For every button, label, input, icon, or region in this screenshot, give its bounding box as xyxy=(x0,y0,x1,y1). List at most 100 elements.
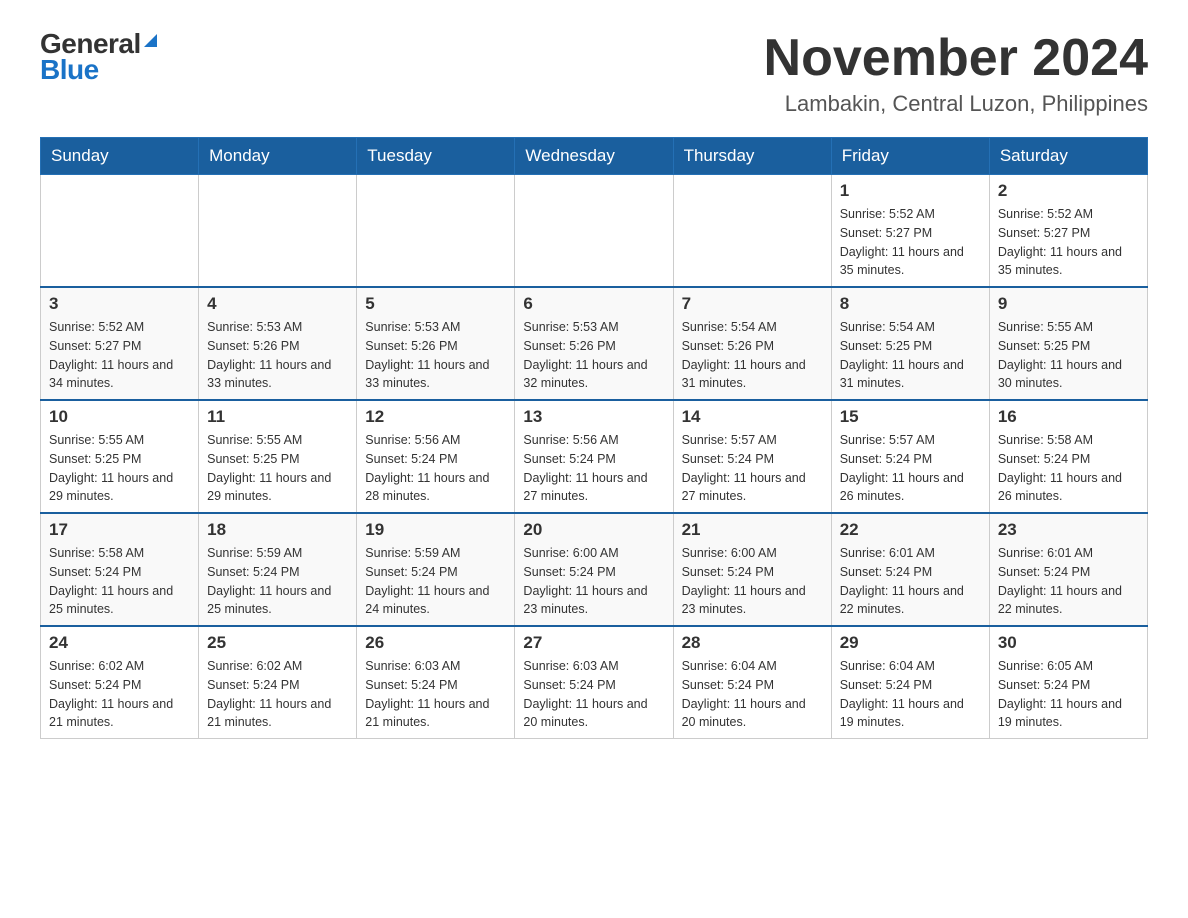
weekday-header-thursday: Thursday xyxy=(673,138,831,175)
calendar-day-cell: 21 Sunrise: 6:00 AMSunset: 5:24 PMDayligh… xyxy=(673,513,831,626)
day-number: 17 xyxy=(49,520,190,540)
calendar-day-cell: 8 Sunrise: 5:54 AMSunset: 5:25 PMDaylight… xyxy=(831,287,989,400)
weekday-header-monday: Monday xyxy=(199,138,357,175)
day-number: 1 xyxy=(840,181,981,201)
calendar-day-cell xyxy=(673,175,831,288)
day-info: Sunrise: 5:53 AMSunset: 5:26 PMDaylight:… xyxy=(365,318,506,393)
day-info: Sunrise: 5:55 AMSunset: 5:25 PMDaylight:… xyxy=(207,431,348,506)
day-info: Sunrise: 5:59 AMSunset: 5:24 PMDaylight:… xyxy=(207,544,348,619)
day-number: 22 xyxy=(840,520,981,540)
calendar-day-cell: 26 Sunrise: 6:03 AMSunset: 5:24 PMDayligh… xyxy=(357,626,515,739)
day-info: Sunrise: 6:02 AMSunset: 5:24 PMDaylight:… xyxy=(49,657,190,732)
calendar-day-cell xyxy=(515,175,673,288)
calendar-week-row: 17Sunrise: 5:58 AMSunset: 5:24 PMDayligh… xyxy=(41,513,1148,626)
day-number: 21 xyxy=(682,520,823,540)
calendar-day-cell: 28 Sunrise: 6:04 AMSunset: 5:24 PMDayligh… xyxy=(673,626,831,739)
day-info: Sunrise: 5:53 AMSunset: 5:26 PMDaylight:… xyxy=(523,318,664,393)
calendar-day-cell: 3 Sunrise: 5:52 AMSunset: 5:27 PMDaylight… xyxy=(41,287,199,400)
day-number: 6 xyxy=(523,294,664,314)
calendar-day-cell: 29 Sunrise: 6:04 AMSunset: 5:24 PMDayligh… xyxy=(831,626,989,739)
calendar-day-cell: 24 Sunrise: 6:02 AMSunset: 5:24 PMDayligh… xyxy=(41,626,199,739)
day-number: 4 xyxy=(207,294,348,314)
day-info: Sunrise: 5:57 AMSunset: 5:24 PMDaylight:… xyxy=(840,431,981,506)
day-info: Sunrise: 5:57 AMSunset: 5:24 PMDaylight:… xyxy=(682,431,823,506)
calendar-day-cell: 6 Sunrise: 5:53 AMSunset: 5:26 PMDaylight… xyxy=(515,287,673,400)
calendar-day-cell: 25Sunrise: 6:02 AMSunset: 5:24 PMDayligh… xyxy=(199,626,357,739)
calendar-day-cell: 10 Sunrise: 5:55 AMSunset: 5:25 PMDayligh… xyxy=(41,400,199,513)
day-info: Sunrise: 6:03 AMSunset: 5:24 PMDaylight:… xyxy=(365,657,506,732)
weekday-header-friday: Friday xyxy=(831,138,989,175)
day-info: Sunrise: 5:52 AMSunset: 5:27 PMDaylight:… xyxy=(998,205,1139,280)
calendar-day-cell: 12 Sunrise: 5:56 AMSunset: 5:24 PMDayligh… xyxy=(357,400,515,513)
day-number: 20 xyxy=(523,520,664,540)
calendar-day-cell: 20Sunrise: 6:00 AMSunset: 5:24 PMDayligh… xyxy=(515,513,673,626)
day-number: 9 xyxy=(998,294,1139,314)
day-info: Sunrise: 5:55 AMSunset: 5:25 PMDaylight:… xyxy=(49,431,190,506)
weekday-header-row: SundayMondayTuesdayWednesdayThursdayFrid… xyxy=(41,138,1148,175)
day-number: 29 xyxy=(840,633,981,653)
weekday-header-sunday: Sunday xyxy=(41,138,199,175)
day-number: 27 xyxy=(523,633,664,653)
calendar-day-cell xyxy=(199,175,357,288)
day-number: 19 xyxy=(365,520,506,540)
day-info: Sunrise: 5:59 AMSunset: 5:24 PMDaylight:… xyxy=(365,544,506,619)
calendar-day-cell: 2 Sunrise: 5:52 AMSunset: 5:27 PMDaylight… xyxy=(989,175,1147,288)
day-number: 3 xyxy=(49,294,190,314)
day-info: Sunrise: 5:56 AMSunset: 5:24 PMDaylight:… xyxy=(365,431,506,506)
day-info: Sunrise: 5:54 AMSunset: 5:25 PMDaylight:… xyxy=(840,318,981,393)
calendar-week-row: 1 Sunrise: 5:52 AMSunset: 5:27 PMDaylight… xyxy=(41,175,1148,288)
calendar-week-row: 24 Sunrise: 6:02 AMSunset: 5:24 PMDayligh… xyxy=(41,626,1148,739)
calendar-table: SundayMondayTuesdayWednesdayThursdayFrid… xyxy=(40,137,1148,739)
day-number: 8 xyxy=(840,294,981,314)
day-info: Sunrise: 5:52 AMSunset: 5:27 PMDaylight:… xyxy=(840,205,981,280)
logo: General Blue xyxy=(40,30,157,84)
day-number: 10 xyxy=(49,407,190,427)
page-header: General Blue November 2024 Lambakin, Cen… xyxy=(40,30,1148,117)
day-number: 12 xyxy=(365,407,506,427)
day-info: Sunrise: 5:55 AMSunset: 5:25 PMDaylight:… xyxy=(998,318,1139,393)
day-number: 5 xyxy=(365,294,506,314)
day-info: Sunrise: 6:00 AMSunset: 5:24 PMDaylight:… xyxy=(682,544,823,619)
day-info: Sunrise: 5:58 AMSunset: 5:24 PMDaylight:… xyxy=(998,431,1139,506)
title-block: November 2024 Lambakin, Central Luzon, P… xyxy=(764,30,1148,117)
day-info: Sunrise: 6:05 AMSunset: 5:24 PMDaylight:… xyxy=(998,657,1139,732)
day-number: 2 xyxy=(998,181,1139,201)
day-number: 26 xyxy=(365,633,506,653)
calendar-day-cell xyxy=(41,175,199,288)
calendar-day-cell: 27 Sunrise: 6:03 AMSunset: 5:24 PMDayligh… xyxy=(515,626,673,739)
calendar-day-cell: 7Sunrise: 5:54 AMSunset: 5:26 PMDaylight… xyxy=(673,287,831,400)
calendar-day-cell: 22Sunrise: 6:01 AMSunset: 5:24 PMDayligh… xyxy=(831,513,989,626)
day-number: 15 xyxy=(840,407,981,427)
logo-blue-text: Blue xyxy=(40,56,99,84)
day-number: 16 xyxy=(998,407,1139,427)
calendar-day-cell: 15 Sunrise: 5:57 AMSunset: 5:24 PMDayligh… xyxy=(831,400,989,513)
day-info: Sunrise: 5:52 AMSunset: 5:27 PMDaylight:… xyxy=(49,318,190,393)
day-number: 18 xyxy=(207,520,348,540)
calendar-day-cell: 18 Sunrise: 5:59 AMSunset: 5:24 PMDayligh… xyxy=(199,513,357,626)
day-info: Sunrise: 6:04 AMSunset: 5:24 PMDaylight:… xyxy=(682,657,823,732)
day-info: Sunrise: 6:04 AMSunset: 5:24 PMDaylight:… xyxy=(840,657,981,732)
day-info: Sunrise: 6:02 AMSunset: 5:24 PMDaylight:… xyxy=(207,657,348,732)
day-info: Sunrise: 5:56 AMSunset: 5:24 PMDaylight:… xyxy=(523,431,664,506)
calendar-day-cell: 11 Sunrise: 5:55 AMSunset: 5:25 PMDayligh… xyxy=(199,400,357,513)
day-info: Sunrise: 6:01 AMSunset: 5:24 PMDaylight:… xyxy=(998,544,1139,619)
calendar-day-cell: 19 Sunrise: 5:59 AMSunset: 5:24 PMDayligh… xyxy=(357,513,515,626)
calendar-day-cell: 5 Sunrise: 5:53 AMSunset: 5:26 PMDaylight… xyxy=(357,287,515,400)
calendar-day-cell xyxy=(357,175,515,288)
calendar-day-cell: 4 Sunrise: 5:53 AMSunset: 5:26 PMDaylight… xyxy=(199,287,357,400)
day-number: 30 xyxy=(998,633,1139,653)
weekday-header-saturday: Saturday xyxy=(989,138,1147,175)
calendar-day-cell: 14Sunrise: 5:57 AMSunset: 5:24 PMDayligh… xyxy=(673,400,831,513)
day-number: 23 xyxy=(998,520,1139,540)
day-number: 13 xyxy=(523,407,664,427)
calendar-day-cell: 17Sunrise: 5:58 AMSunset: 5:24 PMDayligh… xyxy=(41,513,199,626)
day-number: 11 xyxy=(207,407,348,427)
calendar-day-cell: 30 Sunrise: 6:05 AMSunset: 5:24 PMDayligh… xyxy=(989,626,1147,739)
day-number: 28 xyxy=(682,633,823,653)
day-info: Sunrise: 5:53 AMSunset: 5:26 PMDaylight:… xyxy=(207,318,348,393)
weekday-header-wednesday: Wednesday xyxy=(515,138,673,175)
day-number: 24 xyxy=(49,633,190,653)
day-info: Sunrise: 5:54 AMSunset: 5:26 PMDaylight:… xyxy=(682,318,823,393)
month-year-title: November 2024 xyxy=(764,30,1148,87)
day-info: Sunrise: 6:03 AMSunset: 5:24 PMDaylight:… xyxy=(523,657,664,732)
